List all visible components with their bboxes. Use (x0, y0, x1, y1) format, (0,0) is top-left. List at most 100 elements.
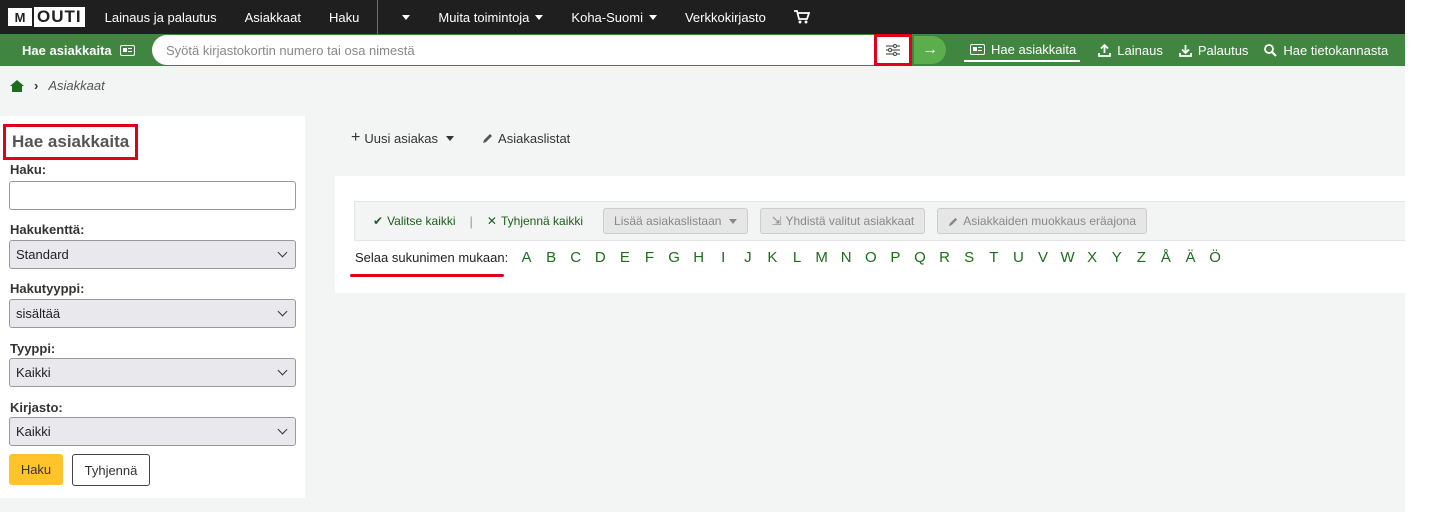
new-patron-button[interactable]: + Uusi asiakas (351, 129, 455, 147)
search-button[interactable]: Haku (9, 454, 63, 485)
letter-link[interactable]: R (932, 249, 957, 266)
bulk-separator: | (469, 213, 473, 229)
merge-patrons-button[interactable]: ⇲ Yhdistä valitut asiakkaat (760, 208, 926, 234)
search-label: Haku: (10, 162, 47, 177)
caret-down-icon (446, 135, 455, 141)
letter-link[interactable]: P (883, 249, 908, 266)
sliders-icon (886, 44, 900, 56)
letter-link[interactable]: U (1006, 249, 1031, 266)
nav-patrons[interactable]: Asiakkaat (231, 0, 315, 34)
home-icon[interactable] (10, 79, 24, 92)
patron-search-field[interactable] (9, 181, 296, 210)
plus-icon: + (351, 129, 361, 146)
nav-koha-suomi[interactable]: Koha-Suomi (557, 0, 671, 34)
letter-link[interactable]: S (957, 249, 982, 266)
add-to-list-button[interactable]: Lisää asiakaslistaan (603, 208, 749, 234)
letter-link[interactable]: E (613, 249, 638, 266)
nav-opac[interactable]: Verkkokirjasto (671, 0, 780, 34)
library-value: Kaikki (16, 424, 51, 439)
search-submit-button[interactable]: → (914, 36, 946, 64)
library-select[interactable]: Kaikki (9, 417, 296, 446)
search-tab-patrons[interactable]: Hae asiakkaita (0, 34, 147, 66)
letter-link[interactable]: O (859, 249, 884, 266)
category-select[interactable]: Kaikki (9, 358, 296, 387)
letter-link[interactable]: T (981, 249, 1006, 266)
letter-link[interactable]: X (1080, 249, 1105, 266)
letter-link[interactable]: Ö (1203, 249, 1228, 266)
letter-link[interactable]: Å (1154, 249, 1179, 266)
top-navbar: M OUTI Lainaus ja palautus Asiakkaat Hak… (0, 0, 1405, 34)
browse-label: Selaa sukunimen mukaan: (350, 250, 509, 277)
letter-link[interactable]: Y (1104, 249, 1129, 266)
nav-more[interactable]: Muita toimintoja (424, 0, 557, 34)
letter-link[interactable]: W (1055, 249, 1080, 266)
id-card-icon (119, 44, 135, 56)
mode-label: Hae asiakkaita (991, 41, 1077, 57)
search-input-wrap (152, 35, 874, 65)
mode-checkout[interactable]: Lainaus (1090, 38, 1171, 62)
x-icon: ✕ (486, 214, 497, 228)
patron-search-panel: Hae asiakkaita Haku: Hakukenttä: Standar… (0, 116, 305, 498)
letter-link[interactable]: H (686, 249, 711, 266)
patron-lists-button[interactable]: Asiakaslistat (482, 131, 570, 146)
add-to-list-label: Lisää asiakaslistaan (614, 214, 722, 228)
letter-link[interactable]: N (834, 249, 859, 266)
letter-link[interactable]: Z (1129, 249, 1154, 266)
search-field-select[interactable]: Standard (9, 240, 296, 269)
letter-link[interactable]: G (662, 249, 687, 266)
letter-link[interactable]: D (588, 249, 613, 266)
nav-search-dropdown[interactable] (382, 0, 424, 34)
upload-icon (1098, 43, 1112, 57)
mode-checkin[interactable]: Palautus (1171, 38, 1257, 62)
caret-down-icon (402, 14, 411, 20)
logo[interactable]: M OUTI (0, 0, 91, 34)
check-icon: ✔ (373, 214, 384, 228)
cart-button[interactable] (780, 0, 824, 34)
search-type-label: Hakutyyppi: (10, 281, 85, 296)
select-all-label: Valitse kaikki (387, 214, 456, 228)
select-all-link[interactable]: ✔ Valitse kaikki (355, 214, 464, 228)
letter-link[interactable]: J (736, 249, 761, 266)
caret-down-icon (729, 218, 738, 224)
batch-edit-label: Asiakkaiden muokkaus eräajona (963, 214, 1137, 228)
letter-link[interactable]: F (637, 249, 662, 266)
letter-link[interactable]: L (785, 249, 810, 266)
letter-link[interactable]: Q (908, 249, 933, 266)
pencil-icon (949, 217, 958, 226)
letter-links: A B C D E F G H I J K L M N O P Q R S T (514, 249, 1227, 266)
mode-label: Lainaus (1117, 42, 1163, 58)
app: M OUTI Lainaus ja palautus Asiakkaat Hak… (0, 0, 1405, 512)
nav-more-label: Muita toimintoja (438, 9, 530, 25)
clear-button[interactable]: Tyhjennä (72, 454, 150, 486)
letter-link[interactable]: V (1031, 249, 1056, 266)
search-type-select[interactable]: sisältää (9, 299, 296, 328)
search-tab-label: Hae asiakkaita (22, 42, 112, 58)
patron-lists-label: Asiakaslistat (498, 130, 571, 146)
nav-divider (377, 0, 379, 34)
chevron-down-icon (277, 247, 288, 258)
letter-link[interactable]: Ä (1178, 249, 1203, 266)
library-label: Kirjasto: (10, 400, 63, 415)
mode-patron-search[interactable]: Hae asiakkaita (964, 38, 1081, 62)
search-icon (1264, 43, 1278, 57)
letter-link[interactable]: I (711, 249, 736, 266)
letter-link[interactable]: A (514, 249, 539, 266)
mode-label: Palautus (1197, 42, 1249, 58)
mode-catalog-search[interactable]: Hae tietokannasta (1256, 38, 1396, 62)
letter-link[interactable]: C (563, 249, 588, 266)
search-options-button[interactable] (874, 34, 912, 66)
mode-label: Hae tietokannasta (1283, 42, 1389, 58)
browse-label-text: Selaa sukunimen mukaan: (355, 250, 509, 265)
download-icon (1178, 44, 1192, 57)
nav-search[interactable]: Haku (315, 0, 373, 34)
batch-edit-button[interactable]: Asiakkaiden muokkaus eräajona (937, 208, 1148, 234)
letter-link[interactable]: B (539, 249, 564, 266)
letter-link[interactable]: M (809, 249, 834, 266)
chevron-down-icon (277, 424, 288, 435)
search-field-value: Standard (16, 247, 69, 262)
patron-toolbar: + Uusi asiakas Asiakaslistat (351, 129, 570, 147)
nav-circulation[interactable]: Lainaus ja palautus (91, 0, 231, 34)
clear-all-link[interactable]: ✕ Tyhjennä kaikki (479, 214, 591, 228)
search-input[interactable] (152, 36, 852, 64)
letter-link[interactable]: K (760, 249, 785, 266)
